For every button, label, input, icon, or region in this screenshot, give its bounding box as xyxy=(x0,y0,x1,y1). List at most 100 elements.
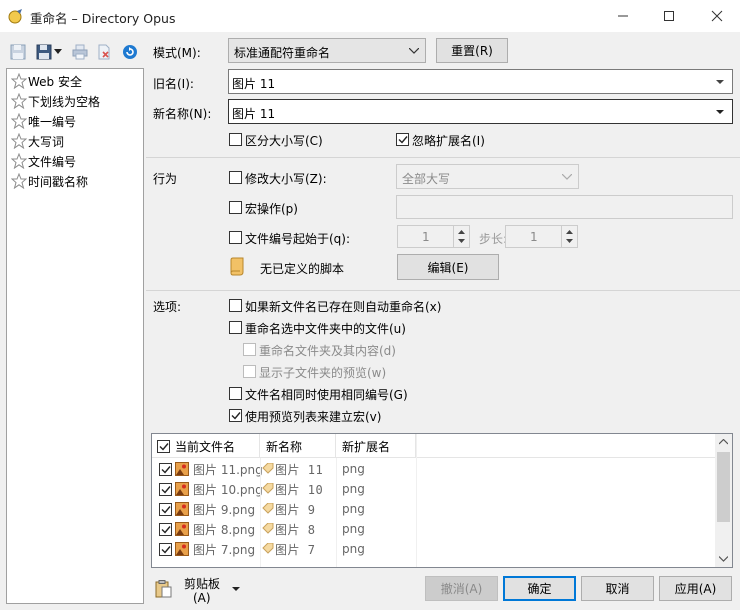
title-bar: 重命名 – Directory Opus xyxy=(0,0,740,32)
image-file-icon xyxy=(175,482,189,496)
window-title: 重命名 – Directory Opus xyxy=(30,11,176,26)
undo-button[interactable]: 撤消(A) xyxy=(425,576,498,601)
spinner-arrows[interactable] xyxy=(453,226,469,247)
table-row[interactable]: 图片 10.png 图片 10 png xyxy=(152,479,715,499)
preset-item[interactable]: Web 安全 xyxy=(11,72,82,90)
reset-button[interactable]: 重置(R) xyxy=(436,38,508,63)
chevron-down-icon[interactable] xyxy=(232,587,240,592)
row-checkbox[interactable] xyxy=(159,503,172,516)
image-file-icon xyxy=(175,522,189,536)
column-header-new-name[interactable]: 新名称 xyxy=(260,434,336,458)
row-checkbox[interactable] xyxy=(159,463,172,476)
chevron-up-icon xyxy=(566,230,573,234)
case-sensitive-checkbox[interactable] xyxy=(229,133,242,146)
load-preset-dropdown[interactable] xyxy=(52,42,64,62)
row-checkbox[interactable] xyxy=(159,483,172,496)
apply-button[interactable]: 应用(A) xyxy=(659,576,732,601)
row-checkbox[interactable] xyxy=(159,523,172,536)
numbering-checkbox[interactable] xyxy=(229,231,242,244)
new-name-value: 图片 11 xyxy=(232,107,276,121)
checkmark-icon xyxy=(161,546,171,554)
tag-icon xyxy=(262,503,274,514)
scrollbar-thumb[interactable] xyxy=(717,452,730,522)
save-preset-button[interactable] xyxy=(8,42,28,62)
chevron-down-icon xyxy=(566,239,573,243)
table-row[interactable]: 图片 11.png 图片 11 png xyxy=(152,459,715,479)
number-step-spinner[interactable]: 1 xyxy=(505,225,578,248)
chevron-down-icon[interactable] xyxy=(716,110,724,115)
preset-item[interactable]: 下划线为空格 xyxy=(11,92,100,110)
edit-script-button[interactable]: 编辑(E) xyxy=(397,254,499,280)
script-label: 无已定义的脚本 xyxy=(260,262,345,276)
checkmark-icon xyxy=(161,526,171,534)
refresh-button[interactable] xyxy=(120,42,140,62)
current-filename: 图片 9.png xyxy=(193,502,256,517)
number-start-spinner[interactable]: 1 xyxy=(397,225,470,248)
column-header-label: 当前文件名 xyxy=(175,439,236,454)
checkmark-icon xyxy=(398,136,408,144)
app-icon xyxy=(8,9,22,24)
new-filename: 图片 9 xyxy=(275,502,316,517)
divider xyxy=(146,290,740,291)
current-filename: 图片 11.png xyxy=(193,462,263,477)
star-icon xyxy=(11,153,27,169)
preset-item[interactable]: 文件编号 xyxy=(11,152,76,170)
close-button[interactable] xyxy=(694,0,740,32)
option-checkbox[interactable] xyxy=(229,387,242,400)
column-header-new-ext[interactable]: 新扩展名 xyxy=(336,434,416,458)
option-checkbox[interactable] xyxy=(243,365,256,378)
case-mode-select[interactable]: 全部大写 xyxy=(396,164,579,189)
preset-list[interactable]: Web 安全 下划线为空格 唯一编号 大写词 文件编号 时间戳名称 xyxy=(6,68,144,604)
print-button[interactable] xyxy=(70,42,90,62)
preview-list[interactable]: 当前文件名 新名称 新扩展名 图片 11.png 图片 11 png 图片 10… xyxy=(151,433,733,568)
new-filename: 图片 7 xyxy=(275,542,316,557)
old-name-label: 旧名(I): xyxy=(153,77,194,91)
table-row[interactable]: 图片 8.png 图片 8 png xyxy=(152,519,715,539)
preset-item[interactable]: 大写词 xyxy=(11,132,64,150)
table-row[interactable]: 图片 7.png 图片 7 png xyxy=(152,539,715,559)
ignore-ext-label: 忽略扩展名(I) xyxy=(412,134,485,148)
option-checkbox[interactable] xyxy=(229,299,242,312)
vertical-scrollbar[interactable] xyxy=(715,434,732,567)
chevron-down-icon[interactable] xyxy=(716,80,724,85)
chevron-up-icon[interactable] xyxy=(719,439,728,445)
option-checkbox[interactable] xyxy=(229,409,242,422)
table-row[interactable]: 图片 9.png 图片 9 png xyxy=(152,499,715,519)
star-icon xyxy=(11,73,27,89)
modify-case-label: 修改大小写(Z): xyxy=(245,172,327,186)
option-label: 使用预览列表来建立宏(v) xyxy=(245,410,382,424)
chevron-down-icon[interactable] xyxy=(719,556,728,562)
column-header-current[interactable]: 当前文件名 xyxy=(152,434,260,458)
macro-checkbox[interactable] xyxy=(229,201,242,214)
mode-label: 模式(M): xyxy=(153,46,201,60)
ok-button[interactable]: 确定 xyxy=(503,576,576,601)
spinner-arrows[interactable] xyxy=(561,226,577,247)
clipboard-label[interactable]: 剪贴板 xyxy=(184,575,220,592)
macro-field[interactable] xyxy=(396,195,733,219)
option-checkbox[interactable] xyxy=(229,321,242,334)
preset-item[interactable]: 唯一编号 xyxy=(11,112,76,130)
image-file-icon xyxy=(175,502,189,516)
close-icon xyxy=(711,10,723,22)
mode-select[interactable]: 标准通配符重命名 xyxy=(228,38,426,63)
delete-document-icon xyxy=(98,44,110,60)
divider xyxy=(146,157,740,158)
select-all-checkbox[interactable] xyxy=(157,439,170,453)
preset-label: 文件编号 xyxy=(28,154,77,169)
maximize-button[interactable] xyxy=(646,0,692,32)
preset-item[interactable]: 时间戳名称 xyxy=(11,172,88,190)
preset-label: 大写词 xyxy=(28,134,65,149)
load-preset-button[interactable] xyxy=(34,42,54,62)
modify-case-checkbox[interactable] xyxy=(229,171,242,184)
new-extension: png xyxy=(342,502,365,516)
row-checkbox[interactable] xyxy=(159,543,172,556)
old-name-field[interactable]: 图片 11 xyxy=(228,69,733,94)
option-checkbox[interactable] xyxy=(243,343,256,356)
minimize-button[interactable] xyxy=(600,0,646,32)
save-dropdown-icon xyxy=(36,44,52,60)
delete-preset-button[interactable] xyxy=(94,42,114,62)
ignore-ext-checkbox[interactable] xyxy=(396,133,409,146)
new-name-field[interactable]: 图片 11 xyxy=(228,99,733,124)
clipboard-sub-label[interactable]: (A) xyxy=(193,591,211,605)
cancel-button[interactable]: 取消 xyxy=(581,576,654,601)
